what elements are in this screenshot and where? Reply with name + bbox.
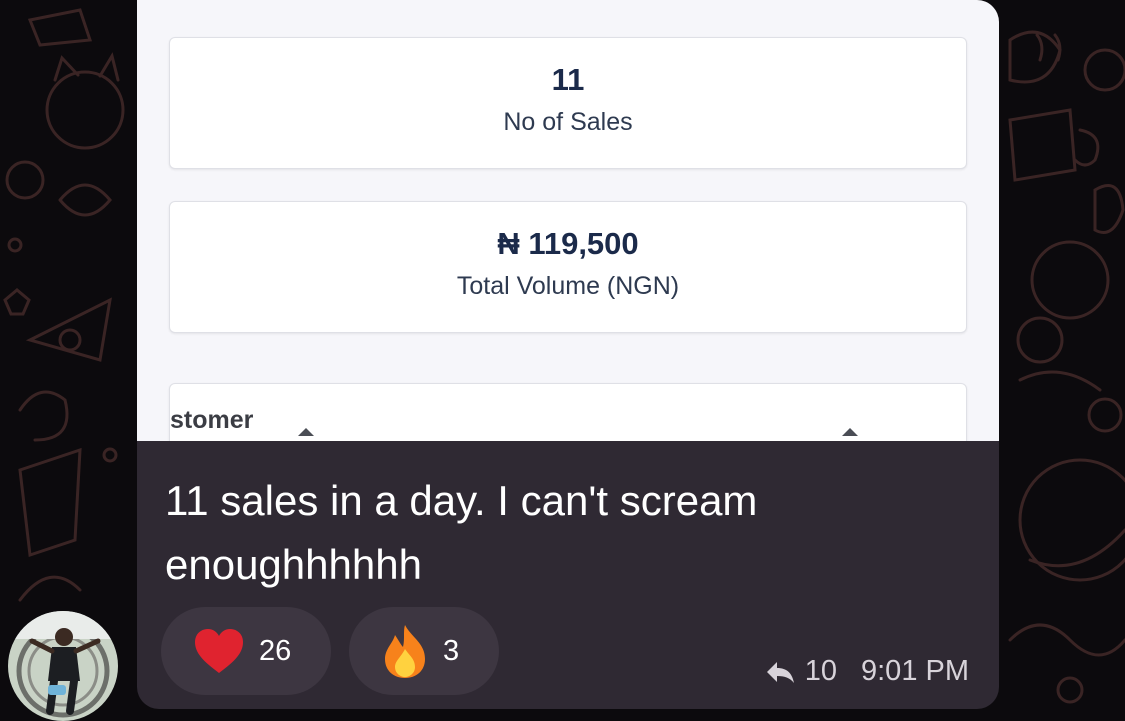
fire-reaction-count: 3: [443, 634, 460, 667]
total-volume-label: Total Volume (NGN): [456, 272, 680, 300]
caption-area: 11 sales in a day. I can't scream enough…: [137, 441, 999, 709]
forward-count: 10: [804, 655, 837, 687]
reaction-fire[interactable]: 3: [349, 607, 499, 695]
total-volume-value: ₦ 119,500: [497, 226, 639, 261]
message-bubble: 11 No of Sales ₦ 119,500 Total Volume (N…: [137, 0, 999, 709]
message-meta: 10 9:01 PM: [765, 655, 969, 688]
heart-icon: [195, 629, 243, 673]
attached-screenshot[interactable]: 11 No of Sales ₦ 119,500 Total Volume (N…: [137, 0, 999, 441]
forward-icon[interactable]: [765, 660, 795, 684]
sender-avatar[interactable]: [8, 611, 118, 721]
message-time: 9:01 PM: [861, 655, 969, 687]
sales-count-value: 11: [551, 62, 585, 97]
message-text: 11 sales in a day. I can't scream enough…: [165, 477, 758, 588]
total-volume-card: ₦ 119,500 Total Volume (NGN): [169, 201, 967, 333]
sort-arrow-icon[interactable]: [298, 428, 314, 436]
avatar-image: [8, 611, 118, 721]
heart-reaction-count: 26: [259, 634, 292, 667]
customer-column-label: stomer: [170, 406, 254, 434]
sales-count-card: 11 No of Sales: [169, 37, 967, 169]
fire-icon: [385, 625, 425, 678]
reaction-heart[interactable]: 26: [161, 607, 331, 695]
sales-count-label: No of Sales: [503, 108, 633, 136]
sales-table-header: stomer: [169, 383, 967, 441]
sort-arrow-icon[interactable]: [842, 428, 858, 436]
